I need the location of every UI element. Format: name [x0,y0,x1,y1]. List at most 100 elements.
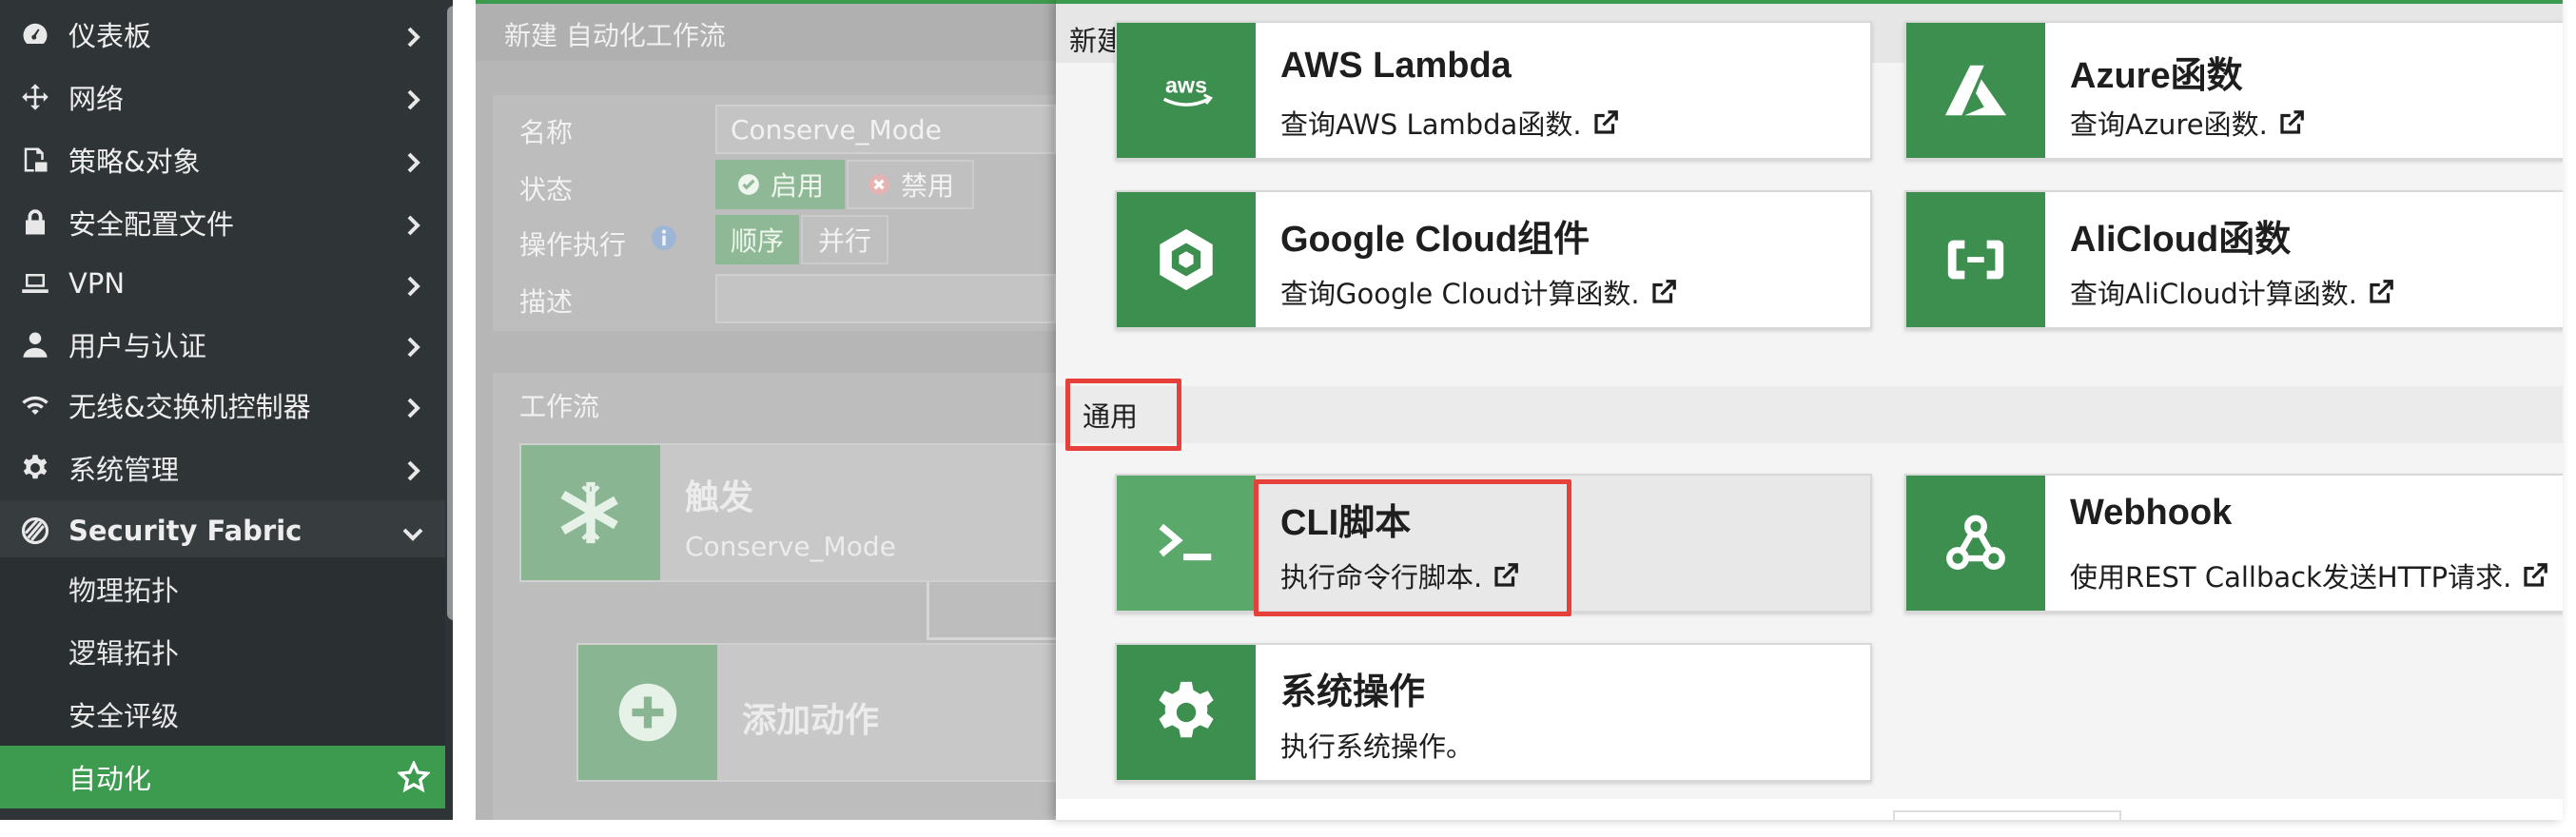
exec-sequential-button[interactable]: 顺序 [715,215,799,264]
chevron-right-icon [401,457,424,481]
gear-icon [21,454,49,482]
lock-icon [21,208,49,237]
google-cloud-icon [1160,228,1213,291]
sidebar-item-policy-objects[interactable]: 策略&对象 [0,129,445,190]
aws-icon: aws [1162,72,1213,107]
sidebar-item-label: 安全配置文件 [68,208,235,241]
trigger-title: 触发 [685,478,754,517]
sidebar-subitem-label: 自动化 [68,763,152,795]
trigger-card[interactable]: 触发 Conserve_Mode [519,443,1071,582]
sidebar-item-label: 策略&对象 [68,146,201,178]
action-card-webhook[interactable]: Webhook 使用REST Callback发送HTTP请求. [1904,474,2563,613]
star-icon[interactable] [396,759,432,793]
action-card-desc: 执行系统操作。 [1280,730,1474,763]
dashboard-icon [21,20,49,49]
sidebar-item-label: Security Fabric [68,515,302,547]
sidebar-subitem-label: 物理拓扑 [68,574,180,607]
action-card-alicloud[interactable]: AliCloud函数 查询AliCloud计算函数. [1904,190,2563,329]
action-card-title: Google Cloud组件 [1280,220,1590,260]
action-card-title: Azure函数 [2070,56,2243,96]
sidebar-scrollbar[interactable] [447,6,453,620]
action-card-azure[interactable]: Azure函数 查询Azure函数. [1904,21,2563,160]
exec-parallel-button[interactable]: 并行 [801,215,888,264]
action-card-desc: 查询Azure函数. [2070,103,2306,143]
action-card-desc: 使用REST Callback发送HTTP请求. [2070,555,2549,595]
chevron-right-icon [401,394,424,418]
sidebar-item-label: 无线&交换机控制器 [68,391,311,423]
action-card-title: AliCloud函数 [2070,220,2292,260]
status-enable-button[interactable]: 启用 [715,160,845,209]
workflow-connector [927,637,1056,640]
fabric-icon [21,516,49,545]
add-action-card[interactable]: 添加动作 [576,643,1071,782]
section-general-bar [1056,386,2563,443]
new-automation-action-modal: 新建 自动化动作 aws AWS Lambda 查询AWS Lambda函数. … [1056,0,2563,820]
description-input[interactable] [715,274,1056,323]
action-card-title: Webhook [2070,493,2233,533]
sidebar-subitem-automation[interactable]: 自动化 [0,746,445,808]
sidebar-item-label: 系统管理 [68,454,180,486]
external-link-icon[interactable] [2277,108,2306,137]
name-input[interactable]: Conserve_Mode [715,105,1056,154]
modal-footer-strip [1056,799,2563,820]
webhook-icon [1946,515,2005,570]
highlight-box-section [1065,379,1181,451]
sidebar-item-security-fabric[interactable]: Security Fabric [0,500,445,561]
chevron-down-icon [401,519,424,542]
sidebar: 仪表板 网络 策略&对象 安全配置文件 VPN 用户与认证 无线&交换机控制器 … [0,0,453,820]
modal-footer-button-edge [1893,810,2121,820]
external-link-icon[interactable] [1649,278,1678,306]
plus-circle-icon [618,683,677,742]
alicloud-icon [1947,240,2004,280]
add-action-label: 添加动作 [742,701,880,740]
wifi-icon [21,391,49,419]
external-link-icon[interactable] [2521,561,2549,590]
action-card-aws-lambda[interactable]: aws AWS Lambda 查询AWS Lambda函数. [1115,21,1872,160]
sidebar-item-label: VPN [68,267,126,300]
action-card-desc: 查询AWS Lambda函数. [1280,103,1620,143]
sidebar-item-user-auth[interactable]: 用户与认证 [0,314,445,375]
sidebar-item-security-profiles[interactable]: 安全配置文件 [0,192,445,253]
gear-icon [1159,681,1214,738]
info-icon[interactable] [651,224,677,251]
sidebar-item-wireless-switch[interactable]: 无线&交换机控制器 [0,375,445,436]
sidebar-subitem-security-rating[interactable]: 安全评级 [0,683,445,746]
exec-label: 操作执行 [519,229,627,261]
external-link-icon[interactable] [1591,108,1620,137]
chevron-right-icon [401,86,424,110]
laptop-icon [21,269,49,298]
action-card-google-cloud[interactable]: Google Cloud组件 查询Google Cloud计算函数. [1115,190,1872,329]
action-card-system-action[interactable]: 系统操作 执行系统操作。 [1115,643,1872,782]
chevron-right-icon [401,272,424,297]
check-circle-icon [738,174,759,195]
description-label: 描述 [519,286,574,318]
action-card-title: AWS Lambda [1280,46,1512,86]
external-link-icon[interactable] [2367,278,2395,306]
chevron-right-icon [401,211,424,236]
sidebar-item-network[interactable]: 网络 [0,67,445,127]
sidebar-item-label: 仪表板 [68,20,152,52]
chevron-right-icon [401,23,424,48]
network-arrows-icon [21,83,49,111]
status-label: 状态 [519,174,574,205]
action-card-title: 系统操作 [1280,672,1426,712]
action-card-desc: 查询Google Cloud计算函数. [1280,272,1678,312]
name-label: 名称 [519,117,574,148]
sidebar-subitem-logical-topology[interactable]: 逻辑拓扑 [0,620,445,683]
sidebar-item-system[interactable]: 系统管理 [0,438,445,498]
status-disable-button[interactable]: 禁用 [847,160,974,209]
sidebar-item-dashboard[interactable]: 仪表板 [0,4,445,65]
policy-icon [21,146,49,174]
highlight-box-cli-script [1254,479,1571,616]
action-card-desc: 查询AliCloud计算函数. [2070,272,2395,312]
chevron-right-icon [401,148,424,173]
background-page-title: 新建 自动化工作流 [504,20,726,51]
sidebar-subitem-physical-topology[interactable]: 物理拓扑 [0,557,445,620]
sidebar-item-vpn[interactable]: VPN [0,253,445,314]
svg-text:aws: aws [1165,72,1207,97]
close-circle-icon [868,174,889,195]
sidebar-subitem-label: 安全评级 [68,700,180,732]
workflow-label: 工作流 [519,391,600,422]
sidebar-item-label: 网络 [68,83,125,115]
snowflake-icon [560,481,618,544]
